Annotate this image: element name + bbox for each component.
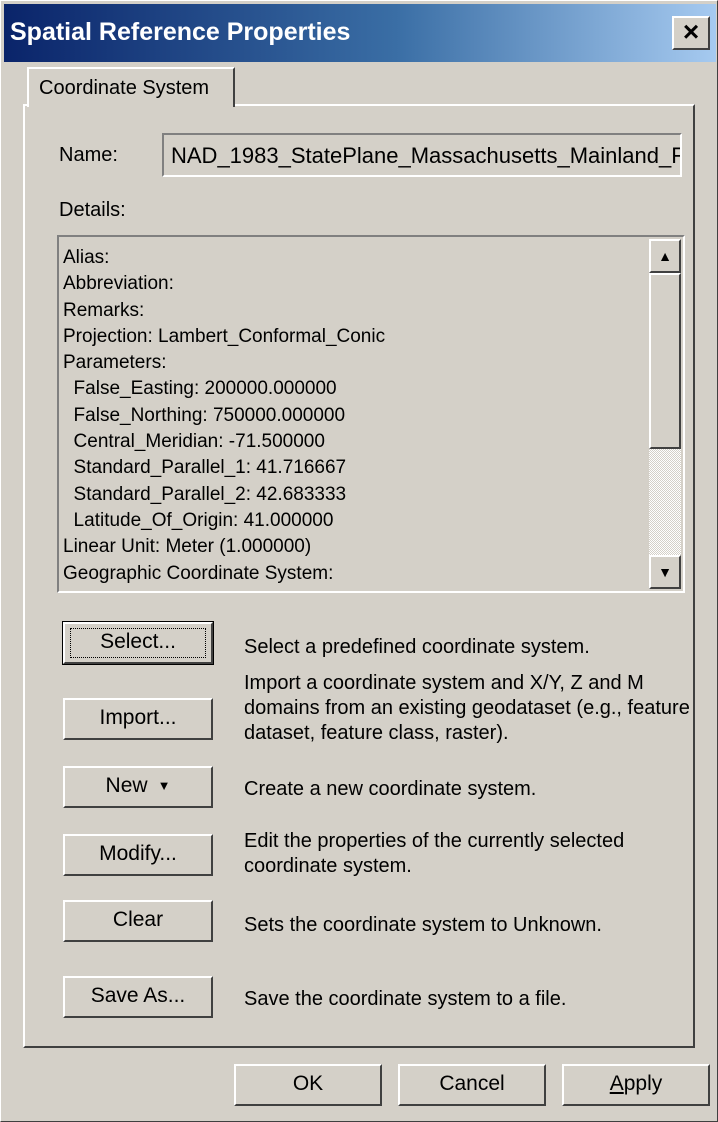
clear-button-label: Clear [112,908,164,931]
details-line: Linear Unit: Meter (1.000000) [63,536,312,558]
details-line: False_Northing: 750000.000000 [63,404,346,426]
apply-button[interactable]: Apply [562,1064,710,1106]
ok-button[interactable]: OK [234,1064,382,1106]
details-line: Projection: Lambert_Conformal_Conic [63,325,386,347]
clear-button[interactable]: Clear [63,900,213,942]
new-button-label: New [105,774,148,797]
up-arrow-icon: ▲ [658,248,672,264]
import-button[interactable]: Import... [63,698,213,740]
select-button[interactable]: Select... [62,621,214,665]
cancel-button[interactable]: Cancel [398,1064,546,1106]
close-button[interactable]: × [672,16,710,50]
dropdown-arrow-icon: ▼ [157,778,171,794]
dialog-window: Spatial Reference Properties × Coordinat… [0,0,718,1122]
details-line: Standard_Parallel_1: 41.716667 [63,457,347,479]
tab-coordinate-system[interactable]: Coordinate System [27,67,235,107]
details-scrollbar[interactable]: ▲ ▼ [649,239,681,589]
window-title: Spatial Reference Properties [10,18,351,46]
details-line: Central_Meridian: -71.500000 [63,431,325,453]
scroll-up-button[interactable]: ▲ [649,239,681,273]
new-button[interactable]: New ▼ [63,766,213,808]
apply-mnemonic: A [609,1072,624,1095]
title-bar[interactable]: Spatial Reference Properties × [4,4,716,62]
scroll-thumb[interactable] [649,273,681,449]
modify-button-label: Modify... [99,842,177,865]
import-button-label: Import... [99,706,177,729]
details-line: Remarks: [63,299,145,321]
details-text: Alias: Abbreviation: Remarks: Projection: L… [63,245,385,587]
scroll-down-button[interactable]: ▼ [649,555,681,589]
modify-button[interactable]: Modify... [63,834,213,876]
details-label: Details: [59,199,126,221]
new-description: Create a new coordinate system. [244,778,537,800]
save-as-button[interactable]: Save As... [63,976,213,1018]
details-line: Latitude_Of_Origin: 41.000000 [63,509,334,531]
select-description: Select a predefined coordinate system. [244,636,590,658]
details-textbox[interactable]: Alias: Abbreviation: Remarks: Projection: L… [57,235,685,593]
details-line: Geographic Coordinate System: [63,562,334,584]
details-line: False_Easting: 200000.000000 [63,378,337,400]
name-label: Name: [59,144,118,166]
down-arrow-icon: ▼ [658,564,672,580]
apply-label-rest: pply [623,1072,663,1095]
save-as-button-label: Save As... [90,984,186,1007]
details-line: Abbreviation: [63,273,174,295]
details-line: Standard_Parallel_2: 42.683333 [63,483,347,505]
details-line: Alias: [63,247,110,268]
focus-rectangle [70,628,206,658]
details-line: Parameters: [63,352,167,374]
clear-description: Sets the coordinate system to Unknown. [244,914,602,936]
modify-description: Edit the properties of the currently sel… [244,830,625,877]
import-description: Import a coordinate system and X/Y, Z an… [244,672,690,744]
name-field[interactable]: NAD_1983_StatePlane_Massachusetts_Mainla… [162,133,682,177]
save-as-description: Save the coordinate system to a file. [244,988,567,1010]
